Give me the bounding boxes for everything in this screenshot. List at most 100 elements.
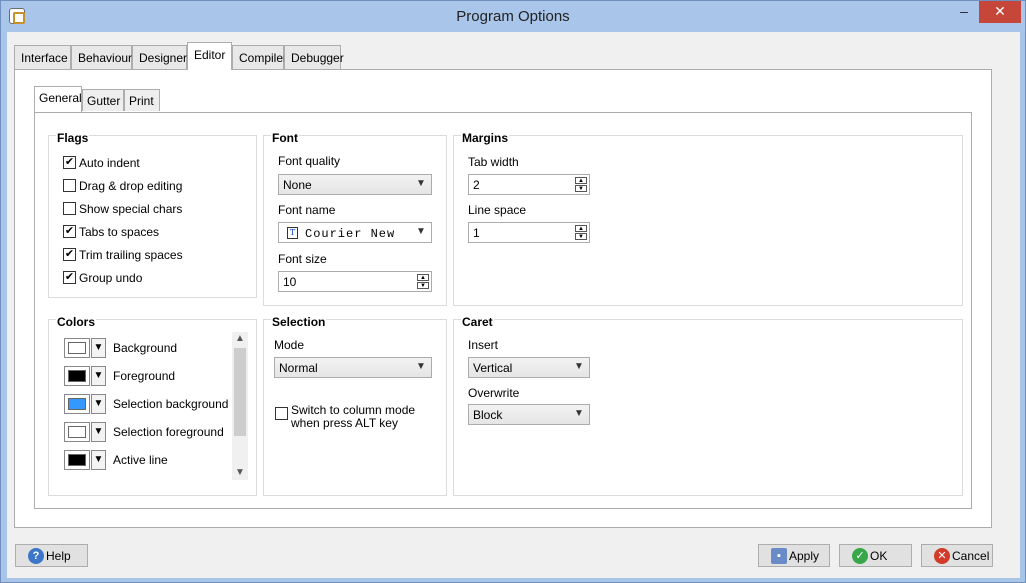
chevron-down-icon[interactable]: ▼: [91, 366, 106, 386]
color-swatch[interactable]: [64, 394, 90, 414]
apply-button[interactable]: ▪ Apply: [758, 544, 830, 567]
tab-compiler[interactable]: Compiler: [232, 45, 287, 69]
spin-down-icon[interactable]: ▼: [417, 282, 429, 289]
minimize-button[interactable]: –: [949, 1, 979, 23]
selection-mode-value: Normal: [279, 361, 318, 375]
chevron-down-icon: ▼: [416, 226, 426, 237]
spin-buttons: ▲ ▼: [575, 225, 587, 240]
tab-designer[interactable]: Designer: [132, 45, 187, 69]
colors-group-title: Colors: [56, 315, 97, 329]
empty-checkbox-icon: [275, 407, 288, 420]
caret-group-title: Caret: [461, 315, 494, 329]
spin-down-icon[interactable]: ▼: [575, 233, 587, 240]
spin-buttons: ▲ ▼: [417, 274, 429, 289]
color-item-selection-foreground[interactable]: ▼ Selection foreground: [64, 422, 224, 442]
color-item-foreground[interactable]: ▼ Foreground: [64, 366, 224, 386]
swatch-fill: [68, 370, 86, 382]
apply-button-label: Apply: [789, 549, 820, 563]
tab-editor[interactable]: Editor: [187, 42, 232, 70]
color-swatch[interactable]: [64, 338, 90, 358]
font-group-title: Font: [271, 131, 299, 145]
check-icon: ✔: [63, 271, 76, 284]
column-mode-checkbox[interactable]: Switch to column mode when press ALT key: [275, 404, 440, 434]
font-size-spinner[interactable]: 10 ▲ ▼: [278, 271, 432, 292]
overwrite-caret-select[interactable]: Block ▼: [468, 404, 590, 425]
ok-button[interactable]: ✓ OK: [839, 544, 912, 567]
font-name-select[interactable]: T Courier New ▼: [278, 222, 432, 243]
color-swatch[interactable]: [64, 450, 90, 470]
ok-button-label: OK: [870, 549, 888, 563]
color-item-active-line[interactable]: ▼ Active line: [64, 450, 224, 470]
color-swatch[interactable]: [64, 366, 90, 386]
line-space-value: 1: [473, 226, 480, 240]
overwrite-caret-value: Block: [473, 408, 503, 422]
subtab-general[interactable]: General: [34, 86, 82, 112]
checkbox-label: Show special chars: [79, 202, 183, 216]
cancel-button[interactable]: ✕ Cancel: [921, 544, 993, 567]
color-label: Background: [113, 341, 178, 355]
empty-checkbox-icon: [63, 179, 76, 192]
checkbox-label: Auto indent: [79, 156, 140, 170]
checkmark-icon: ✓: [852, 548, 868, 564]
font-size-value: 10: [283, 275, 297, 289]
selection-group: Selection Mode Normal ▼ Switch to column…: [263, 315, 447, 496]
dialog-client: Interface Behaviour Designer Editor Comp…: [7, 32, 1020, 578]
caret-group: Caret Insert Vertical ▼ Overwrite Block …: [453, 315, 963, 496]
swatch-fill: [68, 398, 86, 410]
margins-group: Margins Tab width 2 ▲ ▼ Line space 1 ▲ ▼: [453, 131, 963, 306]
tab-width-label: Tab width: [468, 155, 519, 169]
tab-debugger[interactable]: Debugger: [284, 45, 344, 69]
close-button[interactable]: ✕: [979, 1, 1021, 23]
color-label: Selection foreground: [113, 425, 224, 439]
insert-caret-value: Vertical: [473, 361, 513, 375]
line-space-label: Line space: [468, 203, 527, 217]
swatch-fill: [68, 342, 86, 354]
tab-behaviour[interactable]: Behaviour: [71, 45, 132, 69]
spin-down-icon[interactable]: ▼: [575, 185, 587, 192]
colors-scrollbar[interactable]: ▲ ▼: [232, 332, 248, 480]
spin-up-icon[interactable]: ▲: [575, 225, 587, 232]
checkbox-label: Group undo: [79, 271, 143, 285]
help-button[interactable]: ? Help: [15, 544, 88, 567]
selection-mode-label: Mode: [274, 338, 305, 352]
help-icon: ?: [28, 548, 44, 564]
font-quality-select[interactable]: None ▼: [278, 174, 432, 195]
font-quality-value: None: [283, 178, 312, 192]
color-item-background[interactable]: ▼ Background: [64, 338, 224, 358]
program-options-window: Program Options – ✕ Interface Behaviour …: [0, 0, 1026, 583]
checkbox-label: Tabs to spaces: [79, 225, 160, 239]
tab-width-spinner[interactable]: 2 ▲ ▼: [468, 174, 590, 195]
save-icon: ▪: [771, 548, 787, 564]
spin-up-icon[interactable]: ▲: [575, 177, 587, 184]
chevron-down-icon: ▼: [416, 361, 426, 372]
line-space-spinner[interactable]: 1 ▲ ▼: [468, 222, 590, 243]
spin-up-icon[interactable]: ▲: [417, 274, 429, 281]
color-item-selection-background[interactable]: ▼ Selection background: [64, 394, 228, 414]
chevron-down-icon[interactable]: ▼: [91, 394, 106, 414]
truetype-font-icon: T: [287, 227, 298, 239]
window-title: Program Options: [456, 8, 570, 25]
tab-interface[interactable]: Interface: [14, 45, 71, 69]
scroll-down-icon[interactable]: ▼: [232, 466, 248, 480]
selection-group-title: Selection: [271, 315, 327, 329]
scroll-up-icon[interactable]: ▲: [232, 332, 248, 346]
flags-group: Flags ✔ Auto indent Drag & drop editing …: [48, 131, 257, 298]
title-bar[interactable]: Program Options – ✕: [1, 1, 1025, 32]
swatch-fill: [68, 454, 86, 466]
chevron-down-icon[interactable]: ▼: [91, 450, 106, 470]
margins-group-title: Margins: [461, 131, 510, 145]
subtab-gutter[interactable]: Gutter: [82, 89, 124, 111]
color-label: Active line: [113, 453, 168, 467]
chevron-down-icon[interactable]: ▼: [91, 338, 106, 358]
color-swatch[interactable]: [64, 422, 90, 442]
subtab-print[interactable]: Print: [124, 89, 160, 111]
checkbox-label: Switch to column mode when press ALT key: [291, 403, 416, 430]
color-label: Selection background: [113, 397, 229, 411]
scroll-thumb[interactable]: [234, 348, 246, 436]
font-name-label: Font name: [278, 203, 336, 217]
font-name-value: Courier New: [305, 227, 396, 241]
insert-caret-select[interactable]: Vertical ▼: [468, 357, 590, 378]
check-icon: ✔: [63, 248, 76, 261]
chevron-down-icon[interactable]: ▼: [91, 422, 106, 442]
selection-mode-select[interactable]: Normal ▼: [274, 357, 432, 378]
